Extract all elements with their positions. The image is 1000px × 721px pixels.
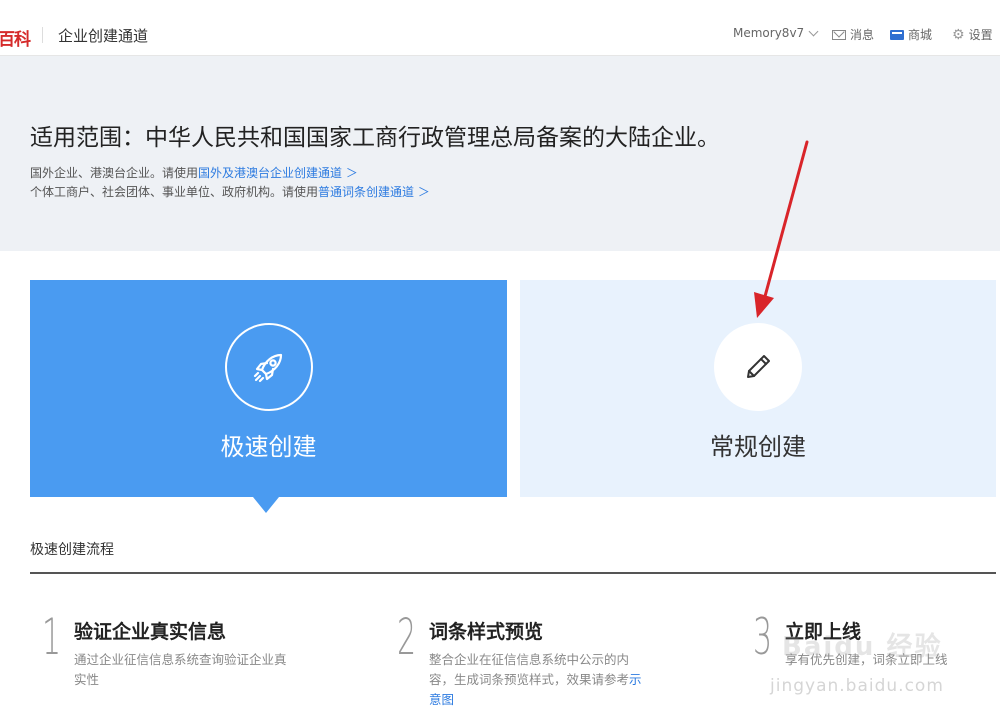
step-description: 通过企业征信信息系统查询验证企业真实性 (74, 652, 287, 687)
annotation-arrow (754, 140, 809, 318)
step-description-text: 整合企业在征信信息系统中公示的内容，生成词条预览样式，效果请参考 (429, 652, 630, 687)
settings-link[interactable]: ⚙ 设置 (952, 26, 993, 43)
fast-create-label: 极速创建 (220, 433, 317, 461)
fast-create-card[interactable]: 极速创建 (30, 280, 507, 497)
pencil-icon (747, 355, 770, 378)
top-header: 百科 企业创建通道 Memory8v7 消息 商城 ⚙ 设置 (0, 0, 1000, 56)
step-title: 验证企业真实信息 (74, 621, 227, 643)
selected-card-pointer (253, 497, 279, 513)
settings-label: 设置 (968, 28, 993, 42)
gear-icon: ⚙ (952, 26, 965, 43)
rocket-icon (253, 353, 283, 383)
mall-label: 商城 (908, 28, 933, 42)
mail-icon (832, 29, 846, 40)
step-number: 2 (397, 608, 417, 666)
mall-link[interactable]: 商城 (890, 26, 932, 43)
logo-divider (42, 27, 43, 43)
scope-title: 适用范围：中华人民共和国国家工商行政管理总局备案的大陆企业。 (30, 125, 720, 151)
page-title: 企业创建通道 (58, 27, 149, 45)
normal-entry-channel-link[interactable]: 普通词条创建通道 ＞ (318, 185, 430, 199)
shop-icon (890, 29, 904, 40)
step-title: 词条样式预览 (429, 621, 544, 643)
baidu-jingyan-watermark: Baidu 经验 (782, 632, 943, 662)
foreign-channel-link[interactable]: 国外及港澳台企业创建通道 ＞ (198, 166, 358, 180)
normal-create-label: 常规创建 (710, 433, 806, 461)
pencil-icon-circle (714, 323, 802, 411)
step-number: 1 (42, 608, 62, 666)
process-divider (30, 572, 996, 574)
scope-note-foreign: 国外企业、港澳台企业。请使用国外及港澳台企业创建通道 ＞ (30, 164, 358, 181)
scope-banner: 适用范围：中华人民共和国国家工商行政管理总局备案的大陆企业。 国外企业、港澳台企… (0, 56, 1000, 251)
process-title: 极速创建流程 (30, 542, 114, 558)
chevron-down-icon (808, 26, 819, 36)
scope-note-foreign-text: 国外企业、港澳台企业。请使用 (30, 166, 199, 180)
messages-link[interactable]: 消息 (832, 26, 874, 43)
step-number: 3 (753, 608, 773, 666)
scope-note-individual: 个体工商户、社会团体、事业单位、政府机构。请使用普通词条创建通道 ＞ (30, 183, 430, 200)
user-menu[interactable]: Memory8v7 (733, 26, 819, 40)
username: Memory8v7 (733, 26, 805, 40)
watermark-url: jingyan.baidu.com (770, 676, 944, 696)
scope-note-individual-text: 个体工商户、社会团体、事业单位、政府机构。请使用 (30, 185, 319, 199)
messages-label: 消息 (850, 28, 875, 42)
step-description: 整合企业在征信信息系统中公示的内容，生成词条预览样式，效果请参考示意图 (429, 650, 644, 710)
baike-logo[interactable]: 百科 (0, 25, 31, 50)
rocket-icon-circle (225, 323, 313, 411)
